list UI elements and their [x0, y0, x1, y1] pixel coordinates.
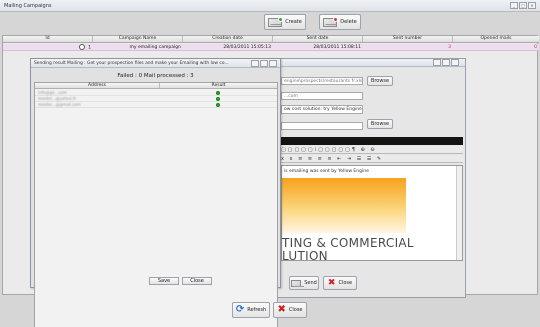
result-ok-icon — [160, 90, 277, 95]
sender-email-field[interactable]: ...com — [281, 92, 363, 100]
col-opened-mails[interactable]: Opened mails — [453, 36, 539, 42]
mail-delete-icon — [323, 16, 339, 27]
body-intro-text: is emailing was sent by Yellow Engine — [284, 169, 369, 174]
editor-close-action-button[interactable]: ✖ Close — [323, 276, 357, 290]
row-sent-date: 28/03/2011 15:08:11 — [313, 45, 361, 50]
main-window: Mailing Campaigns _ □ × Create Delete Id… — [0, 0, 540, 327]
row-opened-mails: 0 — [534, 45, 537, 50]
result-ok-icon — [160, 96, 277, 101]
browse-button-1[interactable]: Browse — [367, 76, 393, 86]
banner-image — [282, 178, 406, 233]
result-table[interactable]: Address Result info@ge...com moxtel...@y… — [34, 82, 278, 327]
delete-label: Delete — [340, 19, 357, 25]
refresh-button[interactable]: ⟳ Refresh — [232, 302, 270, 318]
mail-add-icon — [268, 16, 284, 27]
refresh-icon: ⟳ — [235, 304, 245, 315]
window-controls: _ □ × — [510, 2, 536, 9]
editor-toolbar-2[interactable]: x x ≡ ≡ ≡ ≡ ⇤ ⇥ ☰ ☰ ✎ — [281, 155, 463, 163]
col-sent-date[interactable]: Sent date — [273, 36, 363, 42]
editor-toolbar-1[interactable]: ▢▢▢▢▢⁞▢▢▢▢▢¶ ⊕ ⊖ — [281, 146, 463, 154]
attachment-field[interactable] — [281, 122, 363, 130]
footer-close-button[interactable]: ✖ Close — [273, 302, 307, 318]
clock-icon — [78, 44, 85, 50]
col-sent-number[interactable]: Sent number — [363, 36, 453, 42]
close-window-button[interactable]: × — [528, 2, 536, 9]
window-title: Mailing Campaigns — [4, 3, 52, 9]
email-body-editor[interactable]: is emailing was sent by Yellow Engine TI… — [281, 165, 463, 263]
result-header: Address Result — [35, 83, 277, 89]
result-minimize-button[interactable] — [251, 60, 259, 67]
send-button[interactable]: Send — [289, 276, 319, 290]
result-ok-icon — [160, 102, 277, 107]
banner-text-2: LUTION — [282, 249, 328, 263]
result-close-button[interactable] — [269, 60, 277, 67]
save-button[interactable]: Save — [149, 277, 179, 285]
create-button[interactable]: Create — [264, 14, 306, 30]
table-header: Id Campaign Name Creation date Sent date… — [3, 36, 539, 43]
result-window-controls — [251, 60, 277, 67]
title-bar: Mailing Campaigns _ □ × — [0, 0, 540, 12]
editor-maximize-button[interactable] — [442, 59, 450, 66]
close-x-icon: ✖ — [277, 304, 286, 315]
result-maximize-button[interactable] — [260, 60, 268, 67]
col-result[interactable]: Result — [160, 83, 277, 88]
row-id: 1 — [3, 44, 93, 51]
table-row[interactable]: 1 my emailing campaign 28/03/2011 15:05:… — [3, 44, 539, 51]
minimize-button[interactable]: _ — [510, 2, 518, 9]
result-title-bar: Sending result Mailing : Get your prospe… — [31, 59, 280, 68]
table-row[interactable]: moxter...@gmail.com — [35, 102, 277, 108]
row-creation-date: 28/03/2011 15:05:13 — [223, 45, 271, 50]
editor-window-controls — [433, 59, 459, 66]
sending-result-dialog: Sending result Mailing : Get your prospe… — [30, 58, 281, 327]
file-path-field[interactable]: engine\prospects\restaurants fr.xls — [281, 77, 363, 85]
subject-field[interactable]: ow cost solution: try Yellow Engine — [281, 105, 363, 114]
result-close-action-button[interactable]: Close — [182, 277, 212, 285]
row-campaign-name: my emailing campaign — [129, 45, 181, 50]
col-creation-date[interactable]: Creation date — [183, 36, 273, 42]
col-campaign-name[interactable]: Campaign Name — [93, 36, 183, 42]
editor-format-bar — [281, 137, 463, 145]
row-sent-number: 3 — [448, 45, 451, 50]
col-id[interactable]: Id — [3, 36, 93, 42]
maximize-button[interactable]: □ — [519, 2, 527, 9]
close-x-icon: ✖ — [327, 277, 336, 288]
delete-button[interactable]: Delete — [319, 14, 361, 30]
editor-close-button[interactable] — [451, 59, 459, 66]
browse-button-2[interactable]: Browse — [367, 119, 393, 129]
editor-minimize-button[interactable] — [433, 59, 441, 66]
banner-text-1: TING & COMMERCIAL — [282, 236, 414, 250]
create-label: Create — [285, 19, 302, 25]
send-status: Failed : 0 Mail processed : 3 — [117, 73, 194, 79]
send-mail-icon — [291, 279, 305, 287]
result-dialog-title: Sending result Mailing : Get your prospe… — [34, 61, 229, 66]
editor-scrollbar[interactable] — [456, 166, 462, 260]
col-address[interactable]: Address — [35, 83, 160, 88]
